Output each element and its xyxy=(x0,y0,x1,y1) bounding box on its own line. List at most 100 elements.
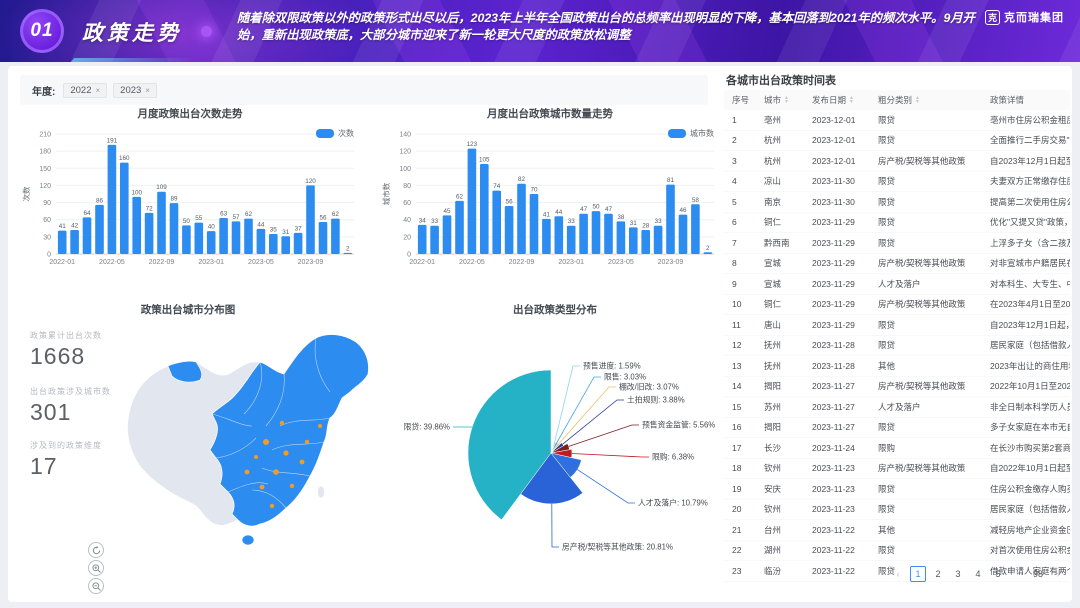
bar-2023-12[interactable] xyxy=(344,253,353,254)
page-next-button[interactable]: › xyxy=(1050,566,1066,582)
page-button-3[interactable]: 3 xyxy=(950,566,966,582)
bar-2023-07[interactable] xyxy=(281,236,290,254)
bar-2023-09[interactable] xyxy=(666,185,675,254)
bar-2022-12[interactable] xyxy=(195,223,204,254)
page-button-98[interactable]: 98 xyxy=(1030,566,1046,582)
bar-2022-07[interactable] xyxy=(132,197,141,254)
bar-2022-02[interactable] xyxy=(430,226,439,254)
map-zoom-out-button[interactable] xyxy=(88,578,104,594)
table-row[interactable]: 22湖州2023-11-22限贷对首次使用住房公积金贷款购买首套 xyxy=(724,541,1070,562)
bar-2022-04[interactable] xyxy=(455,201,464,254)
table-row[interactable]: 21台州2023-11-22其他减轻房地产企业资金压力，下调竞买 xyxy=(724,520,1070,541)
bar-2023-01[interactable] xyxy=(567,226,576,254)
bar-2023-07[interactable] xyxy=(641,230,650,254)
bar-2022-01[interactable] xyxy=(58,231,67,254)
table-row[interactable]: 10铜仁2023-11-29房产税/契税等其他政策在2023年4月1日至2024… xyxy=(724,295,1070,316)
bar-2022-01[interactable] xyxy=(418,225,427,254)
bar-2023-11[interactable] xyxy=(691,204,700,254)
bar-2022-09[interactable] xyxy=(517,184,526,254)
bar-2022-05[interactable] xyxy=(108,145,117,254)
column-header-city[interactable]: 城市▲▼ xyxy=(756,94,804,106)
bar-2023-06[interactable] xyxy=(629,227,638,254)
bar-2022-04[interactable] xyxy=(95,205,104,254)
bar-2022-06[interactable] xyxy=(480,164,489,254)
bar-2023-10[interactable] xyxy=(679,215,688,254)
table-row[interactable]: 7黔西南2023-11-29限贷上浮多子女（含二孩及以上）家庭住 xyxy=(724,233,1070,254)
bar-2023-09[interactable] xyxy=(306,185,315,254)
policy-count-legend[interactable]: 次数 xyxy=(316,128,354,139)
bar-2023-02[interactable] xyxy=(219,218,228,254)
table-row[interactable]: 13抚州2023-11-28其他2023年出让的商住用地，竞买保证金 xyxy=(724,356,1070,377)
table-row[interactable]: 1亳州2023-12-01限贷亳州市住房公积金租房提取政策办理 xyxy=(724,110,1070,131)
bar-2023-01[interactable] xyxy=(207,231,216,254)
bar-2023-08[interactable] xyxy=(654,226,663,254)
column-header-category[interactable]: 粗分类别▲▼ xyxy=(870,94,982,106)
bar-2022-08[interactable] xyxy=(145,213,154,254)
bar-2022-03[interactable] xyxy=(443,215,452,254)
bar-2022-12[interactable] xyxy=(555,216,564,254)
table-row[interactable]: 4凉山2023-11-30限贷夫妻双方正常缴存住房公积金的职工 xyxy=(724,172,1070,193)
table-row[interactable]: 18钦州2023-11-23房产税/契税等其他政策自2022年10月1日起至20… xyxy=(724,459,1070,480)
table-row[interactable]: 8宣城2023-11-29房产税/契税等其他政策对非宣城市户籍居民在宣城市区购买 xyxy=(724,254,1070,275)
china-map[interactable] xyxy=(116,322,426,572)
table-row[interactable]: 20钦州2023-11-23限贷居民家庭（包括借款人、配偶及未成 xyxy=(724,500,1070,521)
svg-text:40: 40 xyxy=(403,217,411,224)
bar-2023-06[interactable] xyxy=(269,234,278,254)
chip-close-icon[interactable]: × xyxy=(145,86,150,95)
bar-2022-11[interactable] xyxy=(542,219,551,254)
table-cell: 2023-11-29 xyxy=(804,299,870,309)
policy-table-title: 各城市出台政策时间表 xyxy=(726,72,836,88)
page-button-2[interactable]: 2 xyxy=(930,566,946,582)
bar-2023-03[interactable] xyxy=(232,221,241,254)
pie-label-1: 房产税/契税等其他政策: 20.81% xyxy=(562,542,673,552)
map-refresh-button[interactable] xyxy=(88,542,104,558)
bar-2023-04[interactable] xyxy=(244,219,253,254)
table-row[interactable]: 17长沙2023-11-24限购在长沙市购买第2套商品住房，不需 xyxy=(724,438,1070,459)
year-chip[interactable]: 2023× xyxy=(113,83,157,98)
table-row[interactable]: 5南京2023-11-30限贷提高第二次使用住房公积金贷款购房 xyxy=(724,192,1070,213)
bar-2022-02[interactable] xyxy=(70,230,79,254)
city-count-legend[interactable]: 城市数 xyxy=(668,128,714,139)
bar-2023-05[interactable] xyxy=(257,229,266,254)
bar-2022-05[interactable] xyxy=(468,149,477,254)
bar-2022-03[interactable] xyxy=(83,217,92,254)
bar-2022-09[interactable] xyxy=(157,192,166,254)
bar-2022-10[interactable] xyxy=(530,194,539,254)
bar-2022-11[interactable] xyxy=(182,225,191,254)
table-row[interactable]: 6铜仁2023-11-29限贷优化"又提又贷"政策，缴存职工在本 xyxy=(724,213,1070,234)
table-row[interactable]: 19安庆2023-11-23限贷住房公积金缴存人购买安庆市范围内 xyxy=(724,479,1070,500)
table-row[interactable]: 3杭州2023-12-01房产税/契税等其他政策自2023年12月1日起至202… xyxy=(724,151,1070,172)
bar-2022-07[interactable] xyxy=(492,191,501,254)
page-button-1[interactable]: 1 xyxy=(910,566,926,582)
sort-icon[interactable]: ▲▼ xyxy=(784,96,789,104)
bar-2023-08[interactable] xyxy=(294,233,303,254)
table-row[interactable]: 2杭州2023-12-01限贷全面推行二手房交易"带押过户"，买 xyxy=(724,131,1070,152)
bar-2023-11[interactable] xyxy=(331,219,340,254)
table-row[interactable]: 14揭阳2023-11-27房产税/契税等其他政策2022年10月1日至2025… xyxy=(724,377,1070,398)
bar-2022-10[interactable] xyxy=(170,203,179,254)
sort-icon[interactable]: ▲▼ xyxy=(849,96,854,104)
bar-2022-08[interactable] xyxy=(505,206,514,254)
page-ellipsis[interactable]: ••• xyxy=(1010,566,1026,582)
table-row[interactable]: 11唐山2023-11-29限贷自2023年12月1日起，二孩缴存职工 xyxy=(724,315,1070,336)
table-row[interactable]: 12抚州2023-11-28限贷居民家庭（包括借款人、配偶及未成 xyxy=(724,336,1070,357)
bar-2023-05[interactable] xyxy=(617,221,626,254)
table-row[interactable]: 15苏州2023-11-27人才及落户非全日制本科学历人员、中级专业技 xyxy=(724,397,1070,418)
table-row[interactable]: 16揭阳2023-11-27限贷多子女家庭在本市无自有住房且租赁 xyxy=(724,418,1070,439)
bar-2023-04[interactable] xyxy=(604,214,613,254)
year-chip[interactable]: 2022× xyxy=(63,83,107,98)
bar-2022-06[interactable] xyxy=(120,163,129,254)
svg-text:62: 62 xyxy=(332,211,340,218)
bar-2023-10[interactable] xyxy=(319,222,328,254)
page-button-4[interactable]: 4 xyxy=(970,566,986,582)
bar-2023-03[interactable] xyxy=(592,211,601,254)
table-row[interactable]: 9宣城2023-11-29人才及落户对本科生、大专生、中专生以及取得 xyxy=(724,274,1070,295)
map-zoom-in-button[interactable] xyxy=(88,560,104,576)
column-header-date[interactable]: 发布日期▲▼ xyxy=(804,94,870,106)
bar-2023-02[interactable] xyxy=(579,214,588,254)
page-prev-button[interactable]: ‹ xyxy=(890,566,906,582)
chip-close-icon[interactable]: × xyxy=(95,86,100,95)
sort-icon[interactable]: ▲▼ xyxy=(915,96,920,104)
page-button-5[interactable]: 5 xyxy=(990,566,1006,582)
bar-2023-12[interactable] xyxy=(704,252,713,254)
